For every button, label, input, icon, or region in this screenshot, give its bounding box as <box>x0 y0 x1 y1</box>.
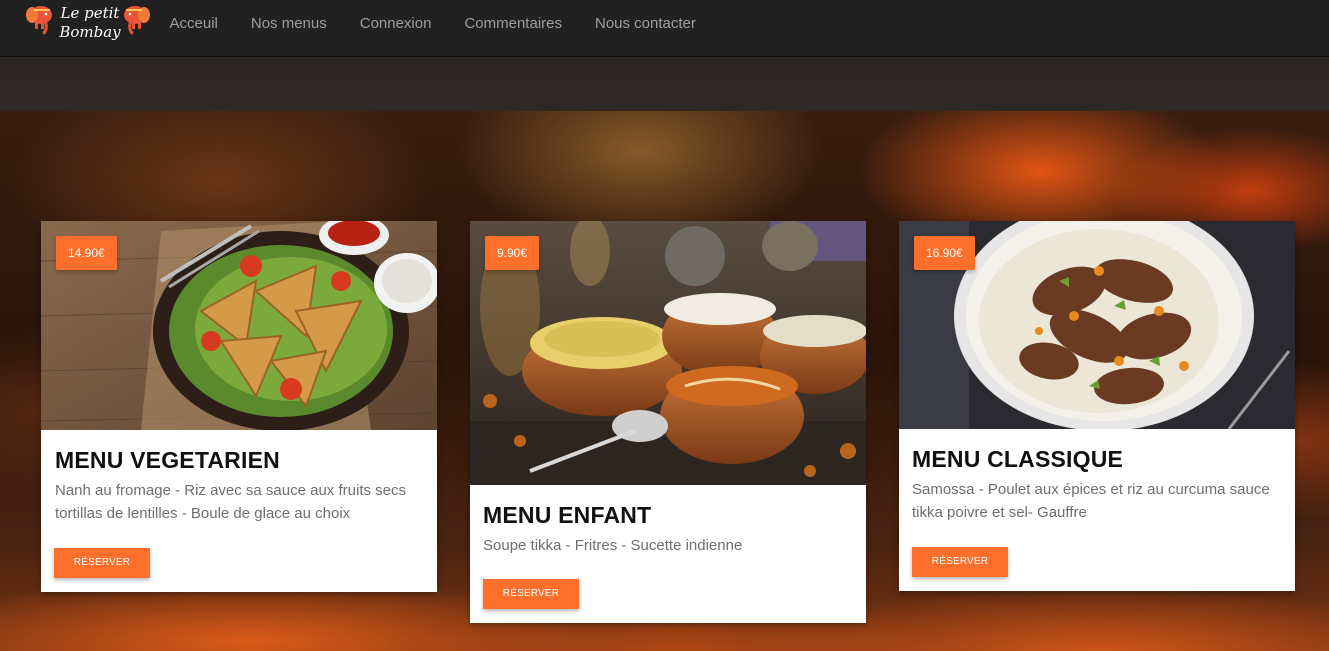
menu-card-enfant: 9.90€ MENU ENFANT Soupe tikka - Fritres … <box>470 221 866 623</box>
elephant-icon <box>124 6 150 35</box>
top-navbar: Le petit Bombay Acceuil Nos menus Connex… <box>0 0 1329 57</box>
menu-description: Samossa - Poulet aux épices et riz au cu… <box>912 481 1270 521</box>
menu-title: MENU ENFANT <box>483 502 652 528</box>
reserve-button[interactable]: RÉSERVER <box>54 548 150 578</box>
menu-card-vegetarien: 14.90€ MENU VEGETARIEN Nanh au fromage -… <box>41 221 437 592</box>
menu-card-classique: 16.90€ MENU CLASSIQUE Samossa - Poulet a… <box>899 221 1295 591</box>
nav-link-nos-menus[interactable]: Nos menus <box>234 0 343 48</box>
brand-line-2: Bombay <box>59 23 121 41</box>
reserve-button[interactable]: RÉSERVER <box>912 547 1008 577</box>
menu-title: MENU CLASSIQUE <box>912 446 1124 472</box>
price-badge: 14.90€ <box>56 236 117 270</box>
elephant-icon <box>26 6 52 35</box>
menu-description: Soupe tikka - Fritres - Sucette indienne <box>483 537 743 554</box>
menu-description: Nanh au fromage - Riz avec sa sauce aux … <box>55 482 406 522</box>
main-nav: Acceuil Nos menus Connexion Commentaires… <box>153 0 712 48</box>
nav-link-commentaires[interactable]: Commentaires <box>448 0 579 48</box>
header-strip <box>0 57 1329 111</box>
reserve-button[interactable]: RÉSERVER <box>483 579 579 609</box>
menu-image-curry-dishes: 9.90€ <box>470 221 866 485</box>
price-badge: 9.90€ <box>485 236 540 270</box>
brand-logo[interactable]: Le petit Bombay <box>26 2 152 52</box>
price-badge: 16.90€ <box>914 236 975 270</box>
menu-image-samosas: 14.90€ <box>41 221 437 430</box>
nav-link-acceuil[interactable]: Acceuil <box>153 0 234 48</box>
nav-link-connexion[interactable]: Connexion <box>343 0 448 48</box>
nav-link-nous-contacter[interactable]: Nous contacter <box>578 0 712 48</box>
menu-title: MENU VEGETARIEN <box>55 447 280 473</box>
brand-name: Le petit Bombay <box>54 2 126 43</box>
menu-image-chicken-rice: 16.90€ <box>899 221 1295 429</box>
